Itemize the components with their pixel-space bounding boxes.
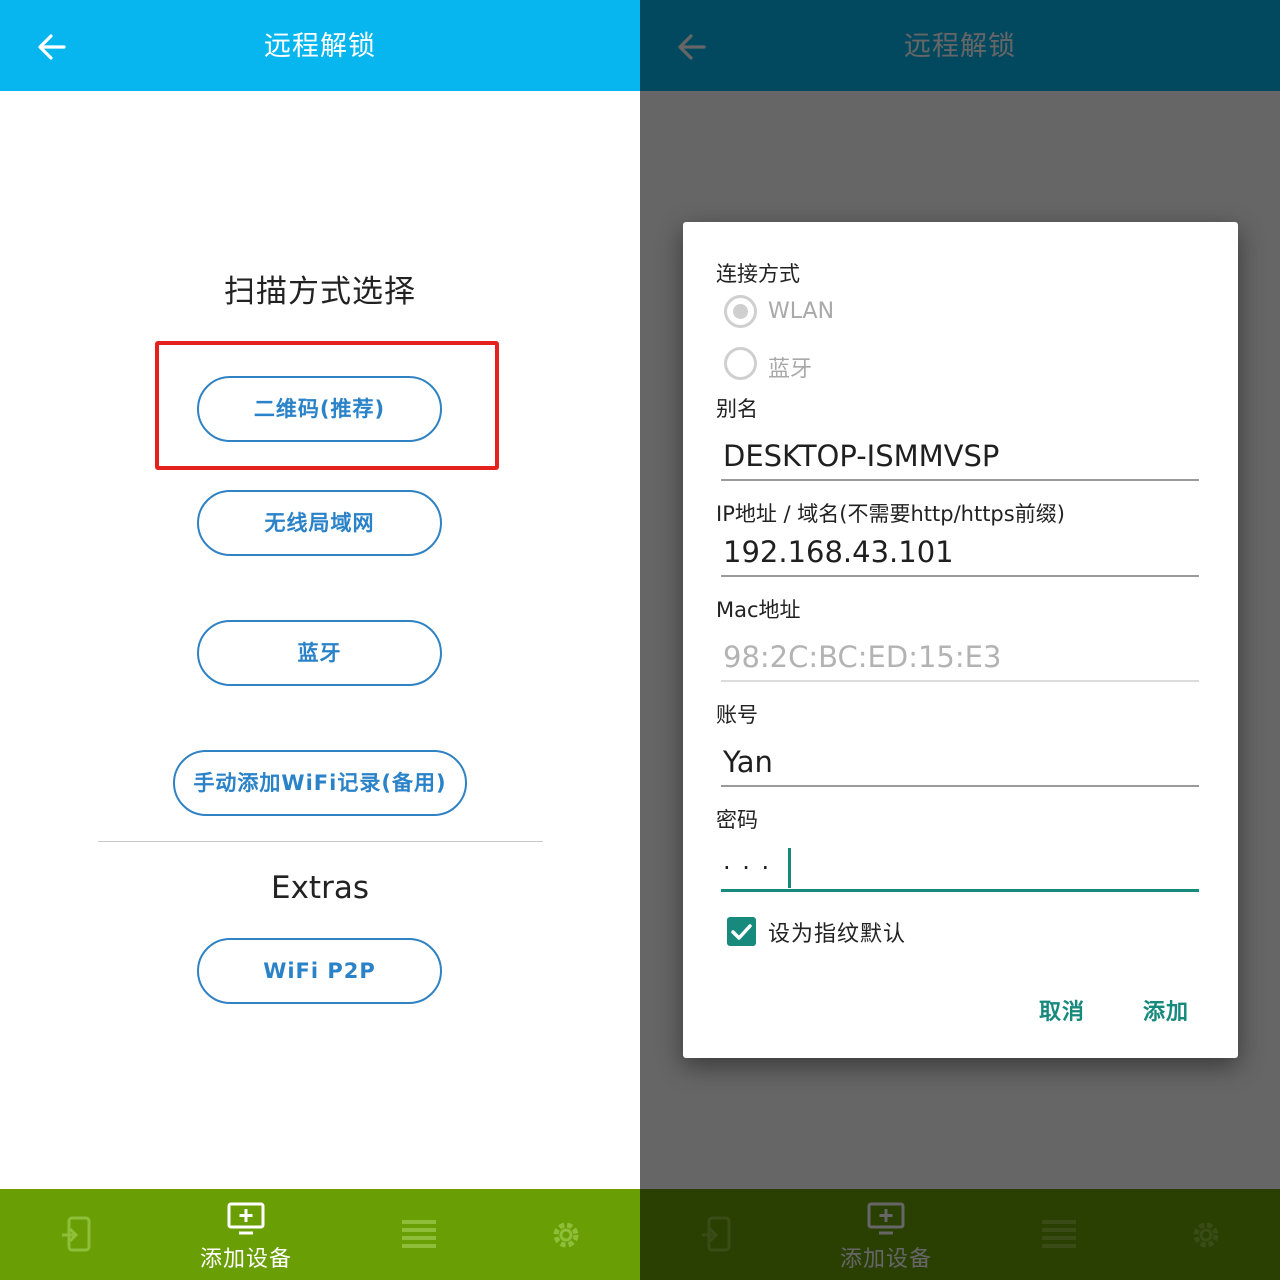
alias-value: DESKTOP-ISMMVSP [723, 439, 1000, 473]
mac-field: 98:2C:BC:ED:15:E3 [721, 632, 1199, 682]
add-button[interactable]: 添加 [1143, 994, 1189, 1026]
wifi-p2p-button[interactable]: WiFi P2P [197, 938, 442, 1004]
ip-value: 192.168.43.101 [723, 535, 954, 569]
cancel-button[interactable]: 取消 [1039, 994, 1085, 1026]
extras-title: Extras [271, 870, 369, 906]
mac-label: Mac地址 [716, 598, 801, 622]
scan-method-title: 扫描方式选择 [224, 274, 416, 310]
ip-label: IP地址 / 域名(不需要http/https前缀) [716, 502, 1065, 526]
account-label: 账号 [716, 703, 758, 727]
radio-wlan[interactable] [724, 295, 757, 328]
fingerprint-label: 设为指纹默认 [768, 922, 907, 947]
bluetooth-button[interactable]: 蓝牙 [197, 620, 442, 686]
radio-bluetooth[interactable] [724, 347, 757, 380]
tab-settings[interactable] [526, 1189, 606, 1280]
right-screen: 远程解锁 添加设备 [640, 0, 1280, 1280]
fingerprint-checkbox[interactable] [727, 917, 756, 946]
checkmark-icon [731, 924, 752, 940]
bottom-nav: 添加设备 [0, 1189, 640, 1280]
text-caret [788, 848, 791, 888]
manual-wifi-button[interactable]: 手动添加WiFi记录(备用) [173, 750, 467, 816]
account-value: Yan [723, 745, 773, 779]
alias-field[interactable]: DESKTOP-ISMMVSP [721, 431, 1199, 481]
list-icon [402, 1220, 436, 1248]
wlan-button[interactable]: 无线局域网 [197, 490, 442, 556]
password-value: · · · [723, 854, 772, 882]
radio-wlan-label: WLAN [768, 299, 835, 324]
left-screen: 远程解锁 扫描方式选择 二维码(推荐) 无线局域网 蓝牙 手动添加WiFi记录(… [0, 0, 640, 1280]
monitor-add-icon [227, 1202, 265, 1235]
account-field[interactable]: Yan [721, 737, 1199, 787]
radio-bluetooth-label: 蓝牙 [768, 357, 813, 382]
divider [98, 841, 543, 842]
tab-add-device-label: 添加设备 [199, 1247, 292, 1272]
add-device-dialog: 连接方式 WLAN 蓝牙 别名 DESKTOP-ISMMVSP IP地址 / 域… [683, 222, 1238, 1058]
ip-field[interactable]: 192.168.43.101 [721, 527, 1199, 577]
app-bar: 远程解锁 [0, 0, 640, 91]
password-field[interactable]: · · · [721, 842, 1199, 892]
qrcode-button[interactable]: 二维码(推荐) [197, 376, 442, 442]
phone-exit-icon [62, 1216, 91, 1252]
alias-label: 别名 [716, 397, 758, 421]
gear-icon [553, 1222, 579, 1248]
radio-selected-dot [733, 304, 748, 319]
tab-add-device[interactable]: 添加设备 [180, 1189, 312, 1280]
tab-exit[interactable] [40, 1189, 120, 1280]
mac-value: 98:2C:BC:ED:15:E3 [723, 640, 1002, 674]
tab-list[interactable] [380, 1189, 460, 1280]
page-title: 远程解锁 [264, 31, 376, 62]
connection-method-label: 连接方式 [716, 262, 800, 286]
password-label: 密码 [716, 808, 758, 832]
